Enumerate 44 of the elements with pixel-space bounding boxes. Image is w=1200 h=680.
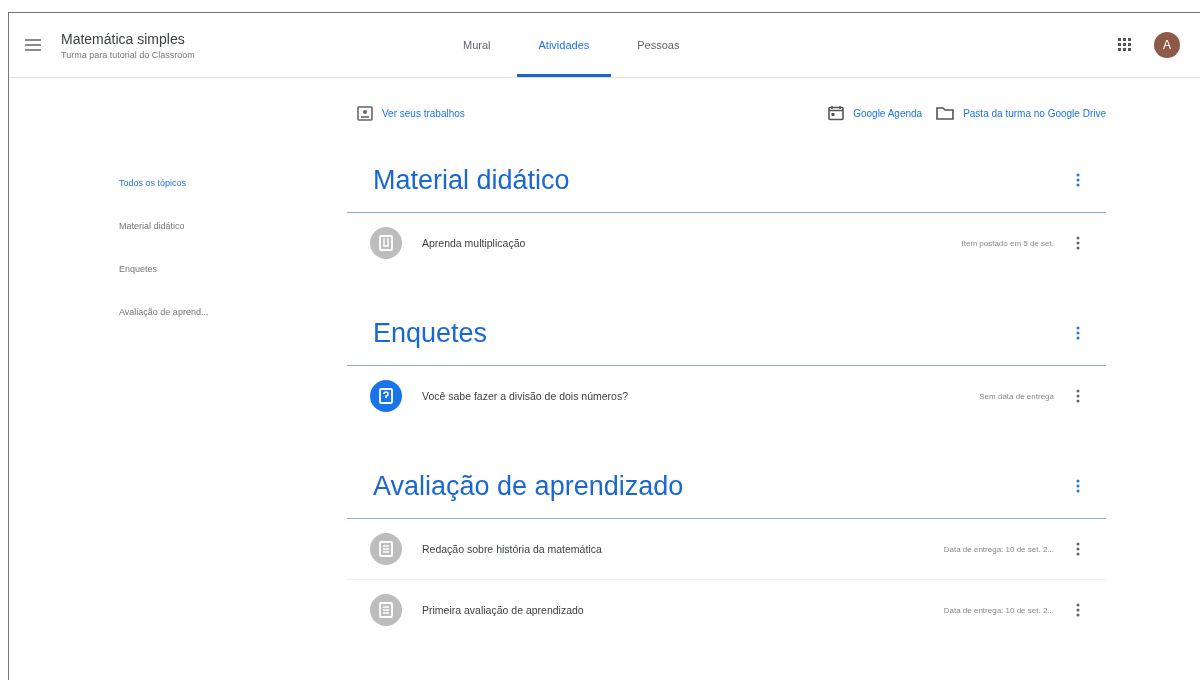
- more-icon[interactable]: [1076, 173, 1080, 187]
- more-icon[interactable]: [1076, 603, 1080, 617]
- apps-grid-icon[interactable]: [1118, 38, 1132, 52]
- more-icon[interactable]: [1076, 542, 1080, 556]
- topic-link[interactable]: Todos os tópicos: [119, 178, 187, 188]
- item-title: Você sabe fazer a divisão de dois números?: [422, 390, 630, 402]
- item-date: Data de entrega: 10 de set. 2...: [943, 544, 1054, 554]
- classwork-item[interactable]: Primeira avaliação de aprendizado Data de entrega: 10 de set. 2...: [347, 580, 1106, 640]
- topic-link[interactable]: Material didático: [119, 221, 185, 231]
- item-title: Aprenda multiplicação: [422, 237, 527, 249]
- menu-icon[interactable]: [25, 39, 41, 51]
- tab[interactable]: Mural: [441, 13, 513, 77]
- item-title: Primeira avaliação de aprendizado: [422, 604, 585, 616]
- tab[interactable]: Pessoas: [615, 13, 702, 77]
- class-subtitle: Turma para tutorial do Classroom: [61, 49, 196, 60]
- avatar[interactable]: A: [1154, 32, 1180, 58]
- item-date: Item postado em 5 de set.: [961, 238, 1054, 248]
- drive-folder-link[interactable]: Pasta da turma no Google Drive: [936, 106, 1106, 120]
- classwork-item[interactable]: Aprenda multiplicação Item postado em 5 de set.: [347, 213, 1106, 273]
- document-icon: [370, 594, 402, 626]
- calendar-link[interactable]: Google Agenda: [828, 105, 923, 121]
- topic-link[interactable]: Avaliação de aprend...: [119, 307, 209, 317]
- topic-title: Enquetes: [373, 317, 488, 349]
- class-title: Matemática simples: [61, 30, 186, 47]
- more-icon[interactable]: [1076, 389, 1080, 403]
- question-icon: [370, 380, 402, 412]
- more-icon[interactable]: [1076, 326, 1080, 340]
- folder-icon: [936, 106, 955, 120]
- more-icon[interactable]: [1076, 236, 1080, 250]
- id-card-icon: [357, 105, 373, 121]
- item-date: Sem data de entrega: [979, 391, 1054, 401]
- topic-title: Material didático: [373, 164, 570, 196]
- item-date: Data de entrega: 10 de set. 2...: [943, 605, 1054, 615]
- topic-link[interactable]: Enquetes: [119, 264, 158, 274]
- classwork-item[interactable]: Redação sobre história da matemática Data de entrega: 10 de set. 2...: [347, 519, 1106, 580]
- more-icon[interactable]: [1076, 479, 1080, 493]
- calendar-icon: [828, 105, 845, 121]
- topic-title: Avaliação de aprendizado: [373, 470, 684, 502]
- tab[interactable]: Atividades: [516, 13, 612, 77]
- view-work-link[interactable]: Ver seus trabalhos: [357, 105, 465, 121]
- document-icon: [370, 533, 402, 565]
- item-title: Redação sobre história da matemática: [422, 543, 603, 555]
- document-icon: [370, 227, 402, 259]
- classwork-item[interactable]: Você sabe fazer a divisão de dois números? Sem data de entrega: [347, 366, 1106, 426]
